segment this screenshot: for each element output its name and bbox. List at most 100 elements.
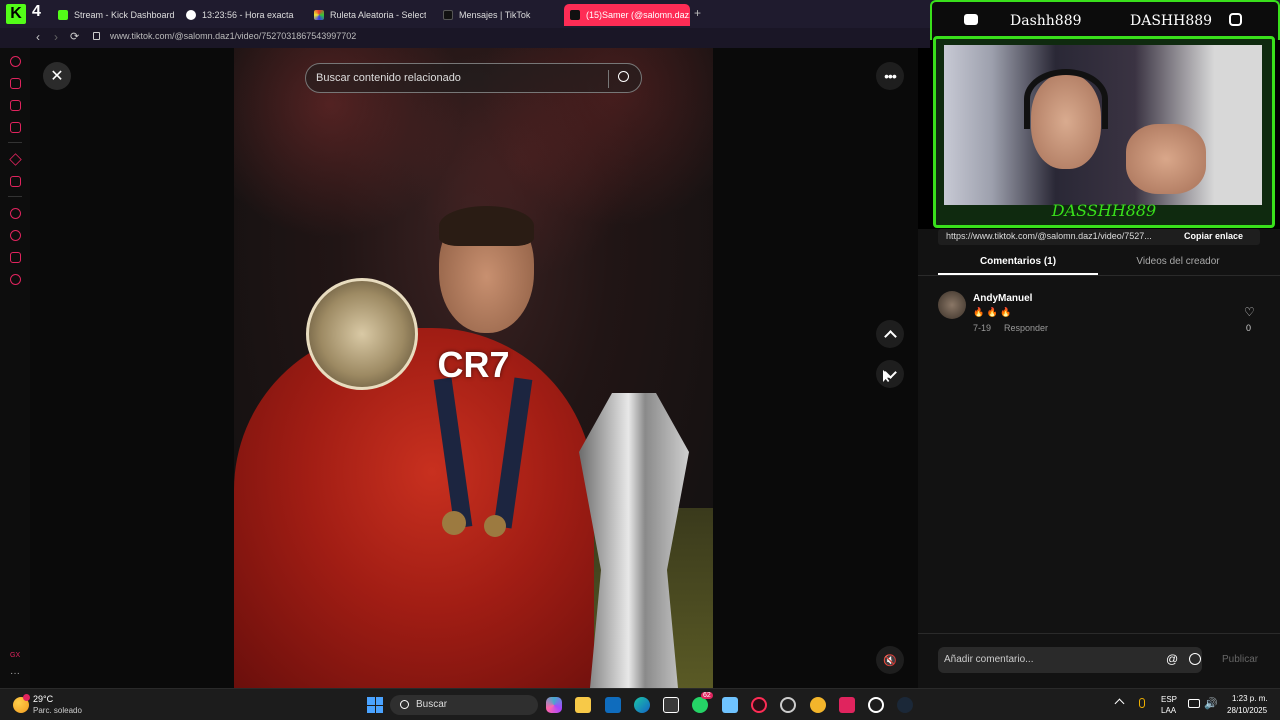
tab-comments[interactable]: Comentarios (1) (938, 249, 1098, 275)
avatar[interactable] (938, 291, 966, 319)
tab-creator-videos[interactable]: Videos del creador (1098, 249, 1258, 275)
kick-logo[interactable]: K (6, 4, 26, 24)
microphone-icon[interactable] (1139, 698, 1145, 708)
twitch-icon[interactable] (10, 176, 21, 187)
edge-icon[interactable] (634, 697, 650, 713)
history-icon[interactable] (10, 56, 21, 67)
browser-sidebar: GX ··· (0, 48, 30, 688)
medal (484, 515, 506, 537)
tab-ruleta[interactable]: Ruleta Aleatoria - Selecto (314, 4, 426, 26)
comment-author[interactable]: AndyManuel (973, 293, 1032, 304)
coin-app-icon[interactable] (810, 697, 826, 713)
chevron-up-icon (883, 329, 897, 343)
video-player[interactable]: CR7 (234, 48, 713, 688)
mention-icon[interactable]: @ (1166, 652, 1178, 666)
obs-icon[interactable] (780, 697, 796, 713)
close-button[interactable]: ✕ (43, 62, 71, 90)
tab-label: Videos del creador (1136, 256, 1220, 267)
opera-gx-icon[interactable] (751, 697, 767, 713)
reply-button[interactable]: Responder (1004, 323, 1048, 333)
comments-panel: https://www.tiktok.com/@salomn.daz1/vide… (918, 229, 1280, 688)
tab-tiktok-video-active[interactable]: (15)Samer (@salomn.daz1 (564, 4, 690, 26)
clock-time[interactable]: 1:23 p. m. (1232, 694, 1268, 703)
copy-link-button[interactable]: Copiar enlace (1184, 231, 1243, 241)
whatsapp-icon[interactable] (692, 697, 708, 713)
instagram-icon[interactable] (10, 122, 21, 133)
mute-button[interactable]: 🔇 (876, 646, 904, 674)
comment-input-box[interactable]: Añadir comentario... @ (938, 647, 1202, 673)
video-caption-text: CR7 (437, 344, 510, 385)
medal (442, 511, 466, 535)
kick-favicon-icon (58, 10, 68, 20)
settings-icon[interactable] (10, 274, 21, 285)
search-icon[interactable] (618, 71, 629, 82)
more-options-button[interactable]: ••• (876, 62, 904, 90)
share-bar: https://www.tiktok.com/@salomn.daz1/vide… (938, 229, 1260, 245)
volume-icon[interactable]: 🔊 (1204, 697, 1218, 710)
search-input[interactable]: Buscar contenido relacionado (316, 72, 461, 84)
chevron-up-icon[interactable] (1114, 698, 1125, 709)
clock-date[interactable]: 28/10/2025 (1227, 706, 1267, 715)
messenger-icon[interactable] (10, 100, 21, 111)
heart-icon[interactable]: ♡ (1244, 305, 1255, 319)
webcam-frame: DASSHH889 (933, 36, 1275, 228)
weather-temp[interactable]: 29°C (33, 694, 53, 704)
tab-count: 4 (32, 3, 41, 20)
file-explorer-icon[interactable] (575, 697, 591, 713)
like-count: 0 (1246, 323, 1252, 333)
instagram-channel-name: DASHH889 (1130, 13, 1213, 29)
next-video-button[interactable] (876, 360, 904, 388)
comment-input[interactable]: Añadir comentario... (944, 654, 1034, 665)
tab-kick-dashboard[interactable]: Stream - Kick Dashboard (58, 4, 178, 26)
comment-item: AndyManuel 🔥 🔥 🔥 7-19 Responder ♡ 0 (938, 291, 1258, 341)
url-text[interactable]: www.tiktok.com/@salomn.daz1/video/752703… (110, 31, 356, 41)
lock-icon (93, 32, 100, 40)
youtube-icon (964, 14, 978, 25)
close-icon: ✕ (50, 68, 64, 85)
language-top[interactable]: ESP (1161, 695, 1177, 704)
bag-icon[interactable] (10, 78, 21, 89)
tiktok-app-icon[interactable] (839, 697, 855, 713)
tab-label: Ruleta Aleatoria - Selecto (330, 10, 426, 20)
new-tab-button[interactable]: + (694, 6, 701, 20)
outlook-icon[interactable] (605, 697, 621, 713)
store-icon[interactable] (663, 697, 679, 713)
taskbar-search-label: Buscar (416, 699, 448, 710)
more-icon[interactable]: ··· (10, 668, 20, 679)
previous-video-button[interactable] (876, 320, 904, 348)
extensions-icon[interactable] (10, 252, 21, 263)
divider (918, 633, 1280, 634)
nations-league-trophy (579, 393, 689, 688)
emoji-icon[interactable] (1189, 653, 1201, 665)
reload-icon[interactable]: ⟳ (70, 30, 79, 43)
language-bottom[interactable]: LAA (1161, 706, 1176, 715)
gx-corner-icon[interactable] (9, 153, 22, 166)
media-player-icon[interactable] (868, 697, 884, 713)
tab-tiktok-mensajes[interactable]: Mensajes | TikTok (443, 4, 553, 26)
back-icon[interactable]: ‹ (36, 30, 40, 44)
divider (608, 70, 609, 88)
whatsapp-badge: 62 (701, 692, 713, 699)
weather-desc[interactable]: Parc. soleado (33, 706, 82, 715)
start-button[interactable] (367, 697, 383, 713)
player-hair (439, 206, 534, 246)
copilot-icon[interactable] (546, 697, 562, 713)
notepad-icon[interactable] (722, 697, 738, 713)
player-icon[interactable] (10, 208, 21, 219)
notification-badge-weather (23, 694, 30, 701)
network-icon[interactable] (1188, 699, 1200, 708)
taskbar-search-box[interactable]: Buscar (390, 695, 538, 715)
comment-date: 7-19 (973, 323, 992, 333)
youtube-channel-name: Dashh889 (1010, 13, 1082, 29)
address-bar: ‹ › ⟳ www.tiktok.com/@salomn.daz1/video/… (0, 28, 930, 48)
tab-hora-exacta[interactable]: 13:23:56 - Hora exacta (186, 4, 304, 26)
steam-icon[interactable] (897, 697, 913, 713)
forward-icon[interactable]: › (54, 30, 58, 44)
tiktok-favicon-icon (443, 10, 453, 20)
clock-icon[interactable] (10, 230, 21, 241)
related-search-bar[interactable]: Buscar contenido relacionado (305, 63, 642, 93)
tab-label: Comentarios (1) (979, 256, 1057, 267)
publish-button[interactable]: Publicar (1222, 654, 1258, 665)
more-icon: ••• (884, 68, 897, 84)
wheel-favicon-icon (314, 10, 324, 20)
